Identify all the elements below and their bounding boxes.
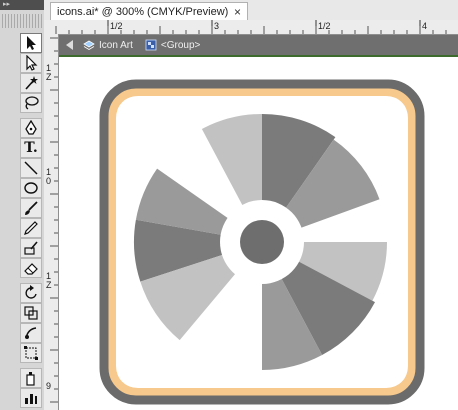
- warp-tool[interactable]: [20, 323, 42, 343]
- pen-tool[interactable]: [20, 118, 42, 138]
- pen-icon: [25, 120, 37, 135]
- document-tab-bar: icons.ai* @ 300% (CMYK/Preview) ×: [44, 0, 458, 21]
- breadcrumb-layer-label: Icon Art: [99, 39, 133, 51]
- breadcrumb-layer[interactable]: Icon Art: [83, 39, 133, 51]
- paintbrush-tool[interactable]: [20, 198, 42, 218]
- symbol-sprayer-icon: [26, 372, 35, 386]
- eraser-tool[interactable]: [20, 258, 42, 278]
- ruler-label: 1 Z: [46, 271, 52, 290]
- brush-icon: [25, 201, 38, 215]
- warp-icon: [25, 327, 37, 339]
- document-tab-title: icons.ai* @ 300% (CMYK/Preview): [57, 5, 229, 18]
- symbol-sprayer-tool[interactable]: [20, 368, 42, 388]
- ruler-label: 1/2: [318, 21, 331, 31]
- wand-icon: [25, 76, 38, 90]
- ruler-label: 1/2: [110, 21, 123, 31]
- selection-tool[interactable]: [20, 33, 42, 53]
- close-icon[interactable]: ×: [234, 5, 241, 19]
- direct-selection-tool[interactable]: [20, 53, 42, 73]
- ruler-label: 9: [46, 381, 52, 391]
- artboard-canvas[interactable]: [59, 57, 458, 410]
- graph-icon: [25, 394, 37, 404]
- graph-tool[interactable]: [20, 388, 42, 408]
- rotate-tool[interactable]: [20, 283, 42, 303]
- tools-panel-header[interactable]: ▸▸: [0, 0, 44, 10]
- hub-center: [240, 220, 284, 264]
- line-icon: [24, 161, 38, 175]
- ellipse-tool[interactable]: [20, 178, 42, 198]
- icon-artwork: [99, 79, 425, 405]
- scale-icon: [24, 306, 38, 320]
- back-arrow-icon[interactable]: [66, 40, 73, 50]
- lasso-icon: [25, 96, 39, 110]
- ruler-label: 1 0: [46, 167, 52, 186]
- ruler-label: 1 Z: [46, 63, 52, 82]
- pencil-tool[interactable]: [20, 218, 42, 238]
- tools-panel-grip[interactable]: [2, 14, 42, 28]
- rotate-icon: [25, 285, 37, 299]
- blob-brush-tool[interactable]: [20, 238, 42, 258]
- breadcrumb-group[interactable]: <Group>: [145, 39, 200, 51]
- breadcrumb-group-label: <Group>: [160, 39, 201, 51]
- scale-tool[interactable]: [20, 303, 42, 323]
- lasso-tool[interactable]: [20, 93, 42, 113]
- blob-brush-icon: [24, 241, 38, 255]
- line-tool[interactable]: [20, 158, 42, 178]
- eraser-icon: [24, 263, 38, 275]
- free-transform-tool[interactable]: [20, 343, 42, 363]
- document-tab[interactable]: icons.ai* @ 300% (CMYK/Preview) ×: [50, 2, 248, 20]
- arrow-icon: [27, 36, 36, 50]
- ruler-label: 4: [422, 21, 428, 31]
- type-tool[interactable]: T.: [20, 138, 42, 158]
- hollow-arrow-icon: [26, 55, 38, 71]
- horizontal-ruler-ticks: [55, 20, 447, 34]
- group-icon: [145, 39, 157, 51]
- pencil-icon: [24, 221, 38, 235]
- tools-panel: ▸▸ T.: [0, 0, 45, 410]
- magic-wand-tool[interactable]: [20, 73, 42, 93]
- free-transform-icon: [24, 346, 38, 360]
- vertical-ruler-ticks: [50, 37, 58, 403]
- horizontal-ruler[interactable]: 1/2 3 1/2 4: [44, 20, 458, 35]
- type-icon: T.: [24, 140, 38, 156]
- ellipse-icon: [24, 182, 38, 194]
- vertical-ruler[interactable]: 1 Z 1 0 1 Z 9: [44, 34, 59, 410]
- isolation-mode-bar: Icon Art <Group>: [58, 35, 458, 57]
- layer-icon: [83, 40, 95, 50]
- ruler-label: 3: [214, 21, 220, 31]
